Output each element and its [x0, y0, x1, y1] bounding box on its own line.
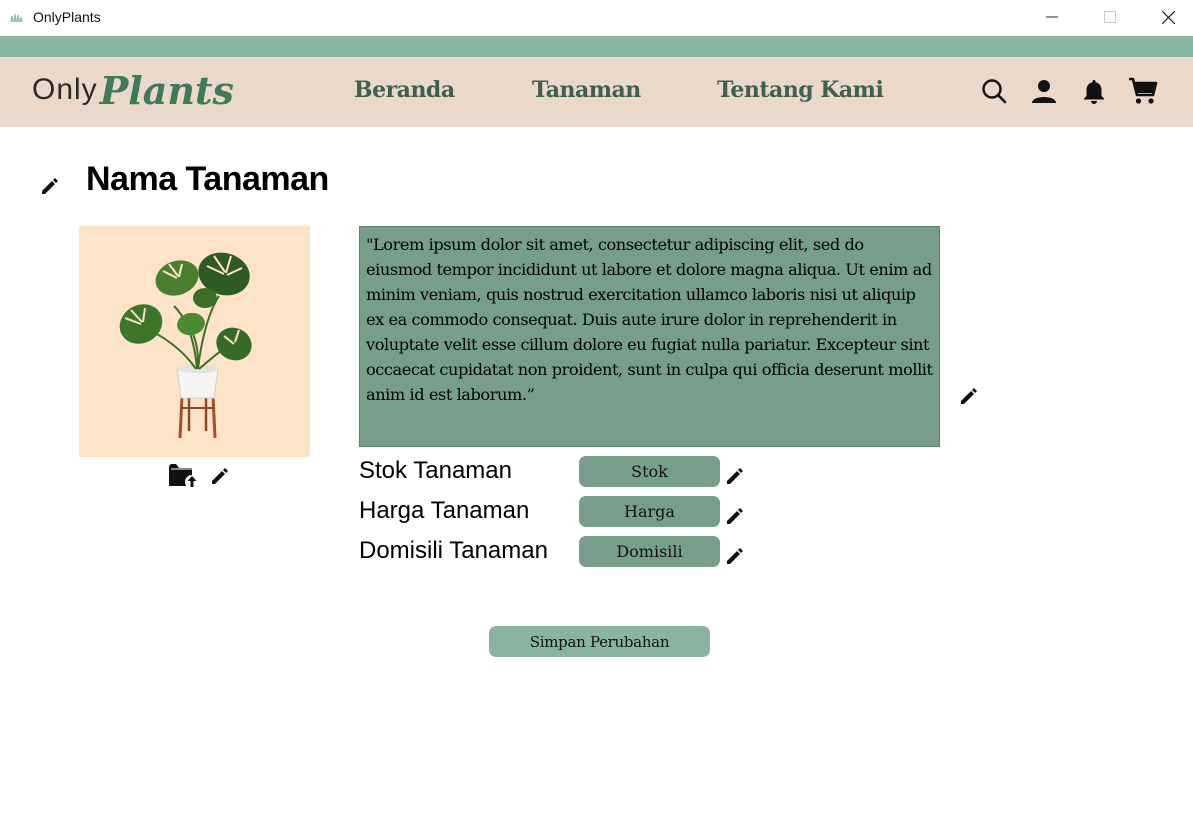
maximize-button[interactable] [1081, 0, 1139, 34]
cart-button[interactable] [1128, 76, 1158, 106]
pencil-icon [961, 388, 977, 404]
close-icon [1161, 10, 1175, 24]
logo-text-only: Only [32, 73, 98, 106]
description-box[interactable]: "Lorem ipsum dolor sit amet, consectetur… [359, 226, 940, 447]
domisili-label: Domisili Tanaman [359, 537, 548, 564]
plant-illustration [119, 252, 252, 439]
plant-image [79, 226, 310, 457]
search-button[interactable] [979, 76, 1009, 106]
save-changes-button[interactable]: Simpan Perubahan [489, 626, 710, 657]
logo-text-plants: Plants [99, 67, 234, 113]
pencil-icon [212, 468, 228, 484]
edit-stok-button[interactable] [725, 466, 745, 486]
nav-tanaman[interactable]: Tanaman [532, 77, 641, 103]
nav-tentang-kami[interactable]: Tentang Kami [717, 77, 884, 103]
harga-field[interactable]: Harga [579, 496, 720, 527]
minimize-icon [1046, 16, 1058, 18]
description-text: "Lorem ipsum dolor sit amet, consectetur… [366, 235, 933, 404]
user-icon [1032, 80, 1056, 103]
onlyplants-logo[interactable]: Only Plants [32, 67, 234, 113]
edit-title-button[interactable] [40, 176, 60, 196]
page-title: Nama Tanaman [86, 160, 329, 198]
folder-upload-icon [169, 464, 199, 489]
close-button[interactable] [1139, 0, 1193, 34]
window-title: OnlyPlants [33, 9, 101, 25]
notification-button[interactable] [1079, 76, 1109, 106]
navbar: Only Plants Beranda Tanaman Tentang Kami [0, 57, 1193, 127]
cart-icon [1129, 77, 1158, 104]
nav-beranda[interactable]: Beranda [354, 77, 455, 103]
profile-button[interactable] [1029, 76, 1059, 106]
edit-harga-button[interactable] [725, 506, 745, 526]
stok-field[interactable]: Stok [579, 456, 720, 487]
pencil-icon [727, 468, 743, 484]
pencil-icon [727, 508, 743, 524]
stok-label: Stok Tanaman [359, 457, 512, 484]
edit-image-button[interactable] [210, 466, 230, 486]
app-logo-icon [10, 13, 23, 23]
maximize-icon [1104, 11, 1116, 23]
search-icon [982, 79, 1007, 104]
upload-image-button[interactable] [168, 460, 200, 490]
pencil-icon [727, 548, 743, 564]
header-accent-strip [0, 36, 1193, 57]
edit-domisili-button[interactable] [725, 546, 745, 566]
minimize-button[interactable] [1023, 0, 1081, 34]
edit-description-button[interactable] [959, 386, 979, 406]
domisili-field[interactable]: Domisili [579, 536, 720, 567]
pencil-icon [42, 178, 58, 194]
harga-label: Harga Tanaman [359, 497, 530, 524]
window-titlebar: OnlyPlants [0, 0, 1193, 36]
bell-icon [1084, 80, 1104, 104]
